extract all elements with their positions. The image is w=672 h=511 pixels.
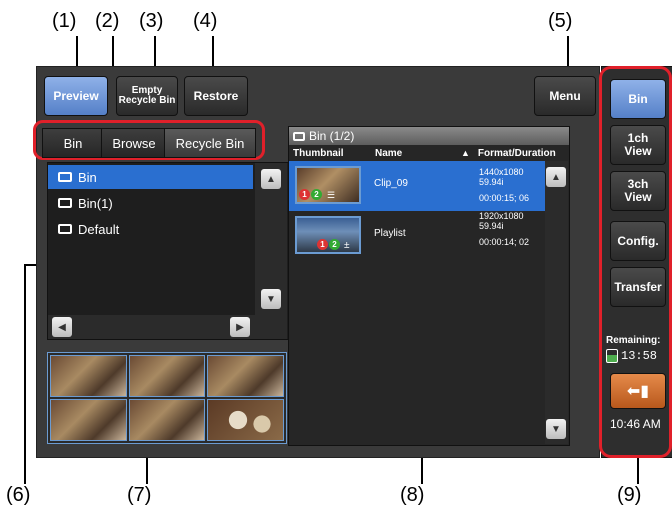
audio-channel-1-icon: 1 xyxy=(299,189,310,200)
callout-1: (1) xyxy=(52,10,77,32)
thumbnail-preview-grid xyxy=(47,352,287,444)
folder-icon xyxy=(293,131,305,141)
tree-item-default[interactable]: Default xyxy=(48,217,254,241)
callout-8: (8) xyxy=(400,484,425,506)
empty-recycle-bin-button[interactable]: Empty Recycle Bin xyxy=(116,76,178,116)
clip-list-vertical-scrollbar[interactable]: ▲ ▼ xyxy=(545,161,568,444)
tree-item-label: Bin(1) xyxy=(78,195,113,211)
scroll-up-button[interactable]: ▲ xyxy=(546,167,566,187)
restore-button-label: Restore xyxy=(193,88,239,103)
playlist-icon: ± xyxy=(344,240,350,251)
clip-name: Clip_09 xyxy=(374,178,408,189)
callout-5: (5) xyxy=(548,10,573,32)
tree-vertical-scrollbar[interactable]: ▲ ▼ xyxy=(255,163,287,315)
tree-item-bin[interactable]: Bin xyxy=(48,165,253,189)
scroll-down-button[interactable]: ▼ xyxy=(546,419,566,439)
folder-icon xyxy=(58,224,72,234)
leader-line-9 xyxy=(637,456,639,484)
tree-item-label: Bin xyxy=(78,169,97,185)
menu-button[interactable]: Menu xyxy=(534,76,596,116)
clip-thumbnail: 1 2 ☰ xyxy=(295,166,361,204)
leader-line-6 xyxy=(24,264,26,484)
thumbnail-frame xyxy=(128,399,206,441)
tree-item-label: Default xyxy=(78,221,120,237)
callout-6: (6) xyxy=(6,484,31,506)
tree-item-bin1[interactable]: Bin(1) xyxy=(48,191,254,215)
column-label: Format/Duration xyxy=(477,147,556,159)
clip-marker-icon: ☰ xyxy=(327,190,336,200)
clip-duration: 00:00:14; 02 xyxy=(479,237,530,247)
callout-3: (3) xyxy=(139,10,164,32)
folder-icon xyxy=(58,172,72,182)
tree-horizontal-scrollbar[interactable]: ◀ ▶ xyxy=(48,315,287,339)
scroll-right-button[interactable]: ▶ xyxy=(230,317,250,337)
tab-browse-label: Browse xyxy=(112,135,156,151)
thumbnail-frame xyxy=(50,355,127,397)
column-label: Name xyxy=(375,147,403,159)
callout-4: (4) xyxy=(193,10,218,32)
column-header-thumbnail[interactable]: Thumbnail xyxy=(293,145,344,161)
audio-channel-2-icon: 2 xyxy=(329,239,340,250)
empty-recycle-label-2: Recycle Bin xyxy=(118,95,176,106)
audio-channel-2-icon: 2 xyxy=(311,189,322,200)
callout-7: (7) xyxy=(127,484,152,506)
preview-button-label: Preview xyxy=(53,88,99,103)
tab-recycle-bin[interactable]: Recycle Bin xyxy=(164,128,256,158)
scroll-down-button[interactable]: ▼ xyxy=(261,289,281,309)
sort-ascending-icon: ▲ xyxy=(461,148,470,158)
clip-name: Playlist xyxy=(374,228,406,239)
thumbnail-frame xyxy=(128,355,206,397)
tab-bin-label: Bin xyxy=(63,135,83,151)
bin-clip-list: Bin (1/2) Thumbnail Name ▲ Format/Durati… xyxy=(288,126,570,446)
thumbnail-frame xyxy=(50,399,127,441)
preview-button[interactable]: Preview xyxy=(44,76,108,116)
column-header-name[interactable]: Name xyxy=(375,145,402,161)
folder-tree: Bin Bin(1) Default ▲ ▼ ◀ ▶ xyxy=(47,162,289,340)
audio-channel-1-icon: 1 xyxy=(317,239,328,250)
tab-browse[interactable]: Browse xyxy=(101,128,167,158)
column-header-format[interactable]: ▲ Format/Duration xyxy=(461,145,556,161)
clip-format: 1440x1080 59.94i xyxy=(479,167,524,187)
clip-thumbnail: 1 2 ± xyxy=(295,216,361,254)
scroll-up-button[interactable]: ▲ xyxy=(261,169,281,189)
folder-icon xyxy=(58,198,72,208)
tab-bin[interactable]: Bin xyxy=(42,128,104,158)
thumbnail-frame xyxy=(207,355,284,397)
callout-2: (2) xyxy=(95,10,120,32)
tab-recycle-bin-label: Recycle Bin xyxy=(175,135,245,151)
bin-panel-title: Bin (1/2) xyxy=(309,129,355,143)
restore-button[interactable]: Restore xyxy=(184,76,248,116)
callout-9: (9) xyxy=(617,484,642,506)
column-label: Thumbnail xyxy=(293,147,344,159)
sidebar-callout-border xyxy=(599,66,672,458)
thumbnail-frame xyxy=(207,399,284,441)
clip-row[interactable]: 1 2 ☰ Clip_09 1440x1080 59.94i 00:00:15;… xyxy=(289,161,545,211)
clip-duration: 00:00:15; 06 xyxy=(479,193,530,203)
clip-format: 1920x1080 59.94i xyxy=(479,211,524,231)
menu-button-label: Menu xyxy=(549,88,581,103)
clip-row[interactable]: 1 2 ± Playlist 1920x1080 59.94i 00:00:14… xyxy=(289,211,545,261)
bin-panel-header: Bin (1/2) xyxy=(289,127,569,145)
scroll-left-button[interactable]: ◀ xyxy=(52,317,72,337)
